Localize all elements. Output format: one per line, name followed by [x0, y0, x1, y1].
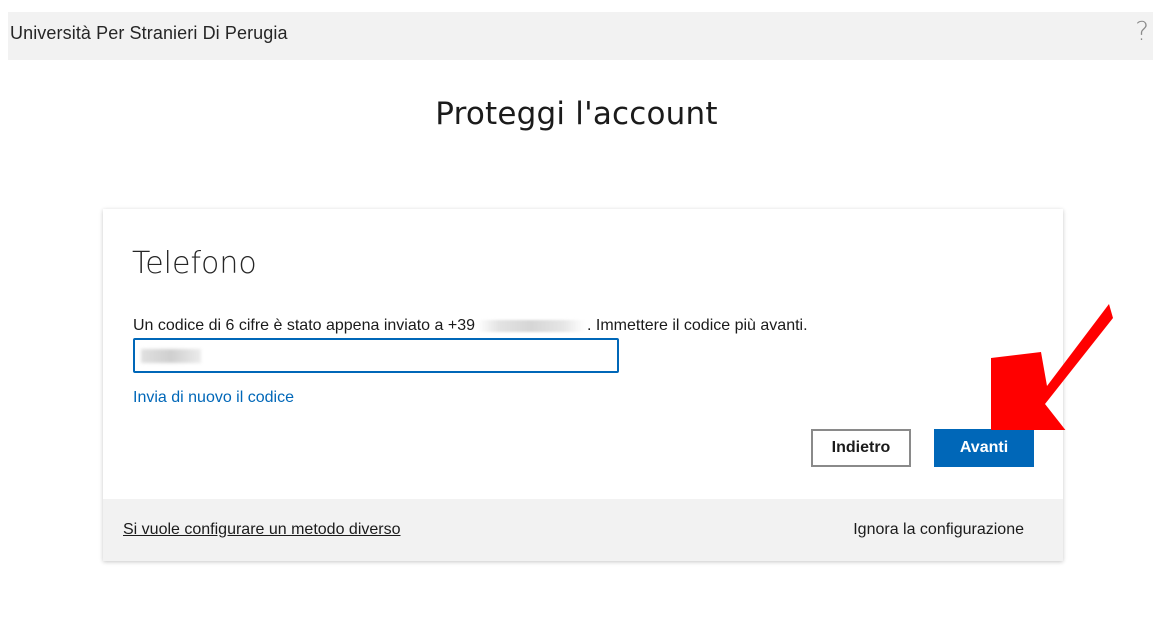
- help-icon[interactable]: ?: [1135, 17, 1149, 47]
- page-title: Proteggi l'account: [435, 96, 718, 132]
- instruction-prefix: Un codice di 6 cifre è stato appena invi…: [133, 317, 475, 334]
- page: Università Per Stranieri Di Perugia ? Pr…: [0, 0, 1153, 619]
- redacted-phone-number: [477, 319, 585, 332]
- instruction-suffix: . Immettere il codice più avanti.: [587, 317, 808, 334]
- verification-code-input[interactable]: [133, 338, 619, 373]
- setup-card: Telefono Un codice di 6 cifre è stato ap…: [103, 209, 1063, 561]
- instruction-text: Un codice di 6 cifre è stato appena invi…: [133, 317, 808, 335]
- next-button[interactable]: Avanti: [934, 429, 1034, 467]
- card-footer: Si vuole configurare un metodo diverso I…: [103, 499, 1063, 561]
- card-body: Telefono Un codice di 6 cifre è stato ap…: [103, 209, 1063, 499]
- alternate-method-link[interactable]: Si vuole configurare un metodo diverso: [123, 521, 401, 539]
- skip-setup-link[interactable]: Ignora la configurazione: [853, 521, 1024, 539]
- section-title: Telefono: [132, 246, 257, 281]
- top-bar: Università Per Stranieri Di Perugia ?: [8, 12, 1153, 60]
- back-button[interactable]: Indietro: [811, 429, 911, 467]
- redacted-code-value: [141, 349, 201, 363]
- resend-code-link[interactable]: Invia di nuovo il codice: [133, 389, 294, 407]
- organization-name: Università Per Stranieri Di Perugia: [10, 23, 288, 43]
